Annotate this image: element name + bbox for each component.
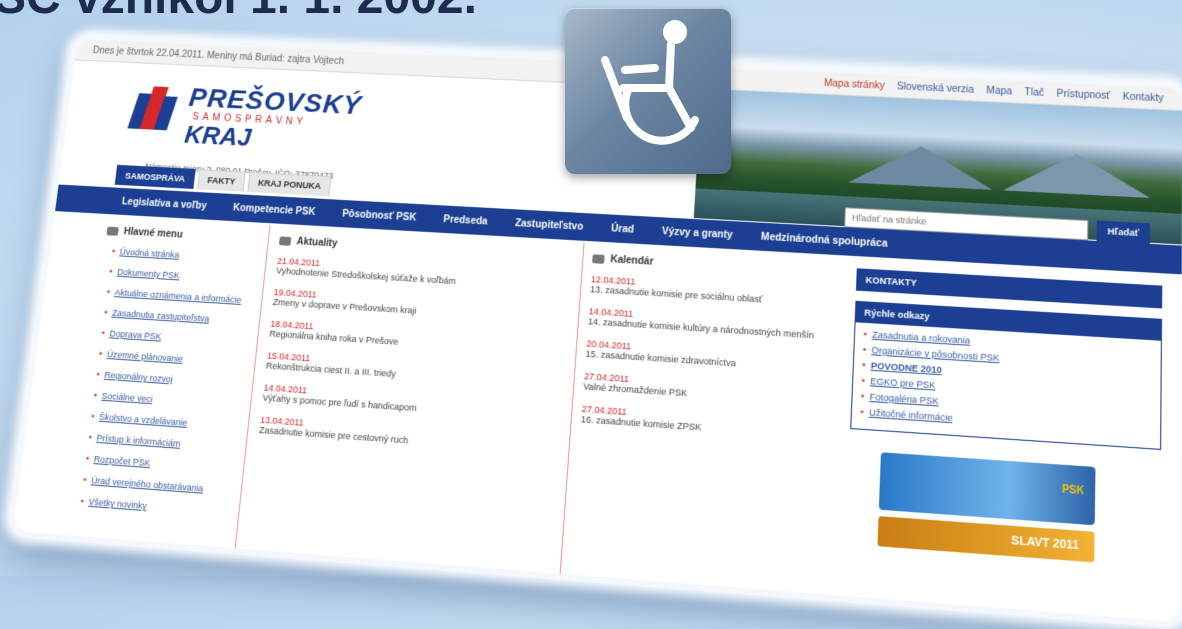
nav-item-kompetencie[interactable]: Kompetencie PSK [233, 202, 316, 217]
events-column: Kalendár 12.04.2011 13. zasadnutie komisi… [580, 253, 836, 454]
contacts-box[interactable]: KONTAKTY [856, 268, 1162, 308]
news-column: Aktuality 21.04.2011 Vyhodnotenie Stredoš… [257, 235, 572, 468]
main-menu: Hlavné menu Úvodná stránka Dokumenty PSK… [71, 226, 259, 529]
side-column: KONTAKTY Rýchle odkazy Zasadnutia a roko… [845, 268, 1162, 567]
news-item[interactable]: 15.04.2011 Rekonštrukcia ciest II. a III.… [266, 351, 565, 391]
main-menu-title: Hlavné menu [106, 226, 259, 245]
nav-item-legislativa[interactable]: Legislatíva a voľby [121, 196, 207, 211]
calendar-icon [592, 254, 605, 264]
nav-item-predseda[interactable]: Predseda [443, 214, 488, 227]
promo-banner-1-label: PSK [1062, 484, 1085, 497]
news-item[interactable]: 21.04.2011 Vyhodnotenie Stredoškolskej sú… [276, 256, 572, 293]
tab-fakty[interactable]: FAKTY [197, 169, 246, 192]
menu-item[interactable]: Zasadnutia zastupiteľstva [104, 307, 250, 326]
nav-item-vyzvy[interactable]: Výzvy a granty [662, 226, 733, 241]
menu-item[interactable]: Všetky novinky [80, 496, 229, 517]
nav-item-zastupitelstvo[interactable]: Zastupiteľstvo [515, 218, 584, 233]
event-item[interactable]: 14.04.2011 14. zasadnutie komisie kultúry… [588, 306, 834, 341]
top-link-map[interactable]: Mapa [986, 85, 1012, 97]
event-item[interactable]: 20.04.2011 15. zasadnutie komisie zdravot… [585, 338, 832, 374]
menu-item[interactable]: Školstvo a vzdelávanie [91, 411, 239, 431]
wheelchair-icon [565, 8, 731, 174]
nav-item-urad[interactable]: Úrad [611, 223, 635, 235]
menu-item[interactable]: Sociálne veci [93, 390, 240, 410]
psk-logo-icon[interactable] [131, 86, 179, 131]
news-item[interactable]: 13.04.2011 Zasadnutie komisie pre cestovn… [259, 415, 560, 456]
quick-links-box: Rýchle odkazy Zasadnutia a rokovania Org… [850, 301, 1162, 450]
tab-samosprava[interactable]: SAMOSPRÁVA [115, 165, 196, 189]
search-button[interactable]: Hľadať [1097, 221, 1150, 244]
brand-name[interactable]: PREŠOVSKÝ SAMOSPRÁVNY KRAJ [183, 84, 363, 155]
menu-item[interactable]: Doprava PSK [101, 328, 248, 347]
promo-banner-1[interactable]: PSK [879, 452, 1096, 525]
menu-item[interactable]: Úrad verejného obstarávania [83, 475, 232, 496]
nav-item-posobnost[interactable]: Pôsobnosť PSK [342, 208, 417, 223]
menu-item[interactable]: Regionálny rozvoj [96, 369, 243, 389]
top-link-sitemap[interactable]: Mapa stránky [824, 78, 885, 91]
nav-item-medzinarodna[interactable]: Medzinárodná spolupráca [761, 231, 888, 249]
menu-item[interactable]: Dokumenty PSK [109, 267, 255, 285]
menu-item[interactable]: Aktuálne oznámenia a informácie [106, 287, 252, 306]
page-body: Hlavné menu Úvodná stránka Dokumenty PSK… [13, 213, 1182, 622]
menu-icon [106, 227, 118, 236]
events-title: Kalendár [592, 253, 836, 278]
news-item[interactable]: 19.04.2011 Zmeny v doprave v Prešovskom k… [272, 287, 569, 325]
news-item[interactable]: 14.04.2011 Výťahy s pomoc pre ľudí s hand… [262, 383, 562, 423]
news-icon [279, 236, 291, 245]
menu-item[interactable]: Úvodná stránka [111, 246, 256, 264]
top-link-language[interactable]: Slovenská verzia [897, 81, 975, 95]
promo-banner-2[interactable]: SLAVT 2011 [877, 516, 1094, 562]
event-item[interactable]: 27.04.2011 16. zasadnutie komisie ZPSK [581, 404, 830, 442]
top-link-contacts[interactable]: Kontakty [1123, 91, 1164, 104]
event-item[interactable]: 12.04.2011 13. zasadnutie komisie pre soc… [590, 274, 835, 309]
news-item[interactable]: 18.04.2011 Regionálna kniha roka v Prešov… [269, 319, 567, 358]
top-link-accessibility[interactable]: Prístupnosť [1056, 88, 1110, 101]
slide-heading: SC vznikol 1. 1. 2002. [0, 0, 477, 25]
top-link-print[interactable]: Tlač [1024, 87, 1044, 99]
contacts-box-title: KONTAKTY [857, 269, 1161, 307]
event-item[interactable]: 27.04.2011 Valné zhromaždenie PSK [583, 371, 831, 408]
menu-item[interactable]: Územné plánovanie [99, 349, 246, 368]
menu-item[interactable]: Rozpočet PSK [85, 453, 233, 474]
menu-item[interactable]: Prístup k informáciám [88, 432, 236, 453]
